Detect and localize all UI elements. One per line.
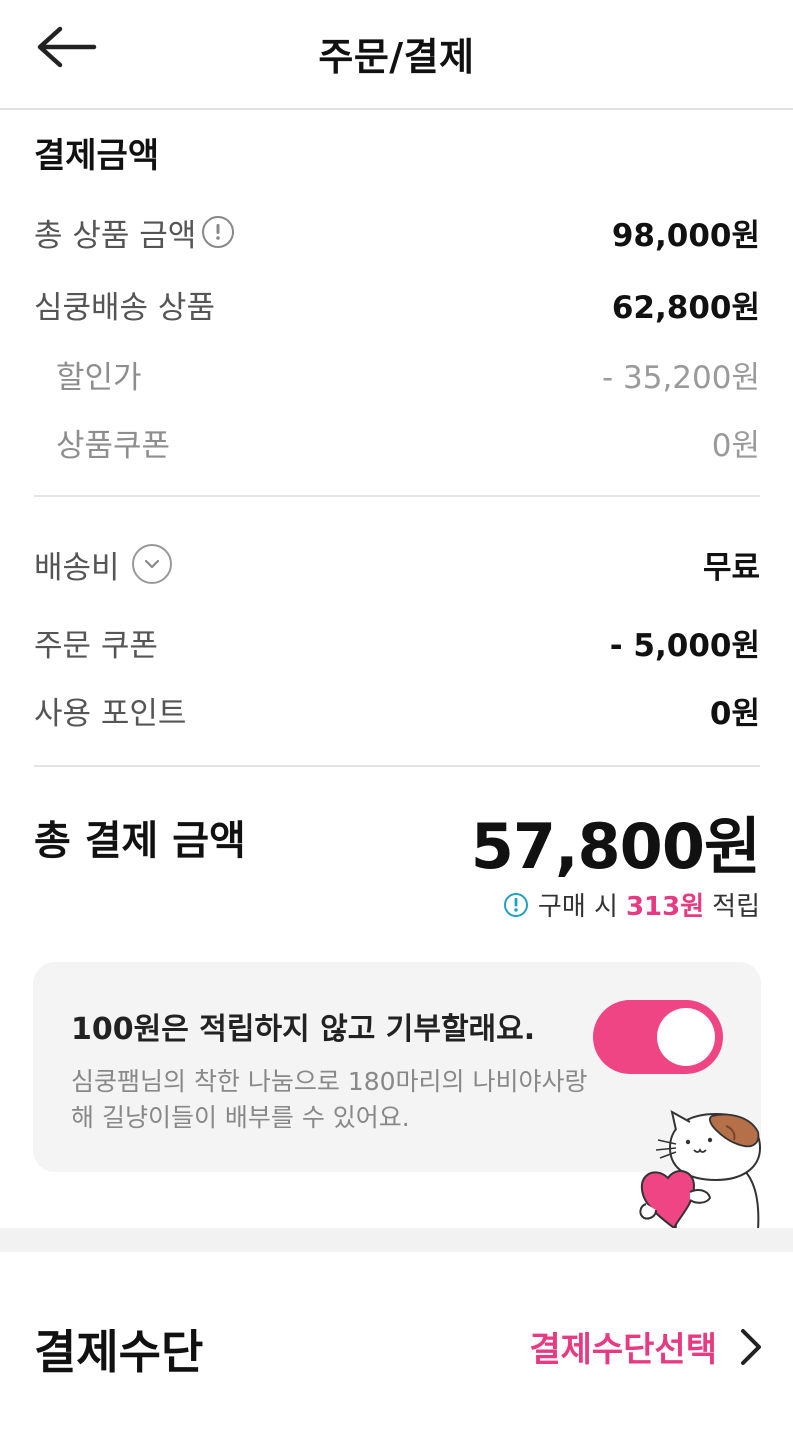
row-label: 심쿵배송 상품 <box>34 289 215 326</box>
reward-points-info: 구매 시 313원 적립 <box>503 886 760 923</box>
discount-row: 할인가 - 35,200원 <box>56 352 760 396</box>
cat-heart-illustration <box>639 1110 762 1230</box>
app-header: 주문/결제 <box>0 0 793 110</box>
select-payment-method-label: 결제수단선택 <box>529 1330 717 1370</box>
chevron-right-icon <box>741 1328 761 1365</box>
payment-amount-title: 결제금액 <box>34 136 160 176</box>
row-label: 총 상품 금액 <box>34 217 197 254</box>
points-amount: 313원 <box>625 892 705 922</box>
row-label: 주문 쿠폰 <box>34 627 158 664</box>
express-product-row: 심쿵배송 상품 62,800원 <box>34 282 760 326</box>
donation-title: 100원은 적립하지 않고 기부할래요. <box>71 1012 536 1047</box>
used-points-row: 사용 포인트 0원 <box>34 688 760 732</box>
section-separator <box>0 1228 793 1252</box>
row-value: - 35,200원 <box>601 359 760 396</box>
row-label: 사용 포인트 <box>34 695 187 732</box>
total-product-amount-row: 총 상품 금액 98,000원 <box>34 210 760 254</box>
order-coupon-row: 주문 쿠폰 - 5,000원 <box>34 620 760 664</box>
select-payment-method-button[interactable]: 결제수단선택 <box>529 1322 763 1371</box>
info-icon <box>503 892 528 917</box>
total-payment-label: 총 결제 금액 <box>34 818 246 864</box>
info-icon[interactable] <box>202 216 235 248</box>
divider <box>34 495 760 497</box>
toggle-knob <box>657 1008 715 1066</box>
chevron-down-icon[interactable] <box>131 544 172 584</box>
row-label: 상품쿠폰 <box>56 427 171 464</box>
row-value: 98,000원 <box>611 217 760 254</box>
donation-toggle[interactable] <box>593 1000 723 1074</box>
row-value: 0원 <box>709 695 760 732</box>
page-title: 주문/결제 <box>318 35 475 79</box>
payment-method-title: 결제수단 <box>34 1325 204 1379</box>
row-value: - 5,000원 <box>609 627 760 664</box>
row-label: 배송비 <box>34 549 120 586</box>
divider <box>34 765 760 767</box>
row-value: 62,800원 <box>611 289 760 326</box>
row-value: 무료 <box>702 549 760 586</box>
donation-description: 심쿵팸님의 착한 나눔으로 180마리의 나비야사랑해 길냥이들이 배부를 수 … <box>71 1067 588 1132</box>
product-coupon-row: 상품쿠폰 0원 <box>56 420 760 464</box>
total-payment-value: 57,800원 <box>470 810 761 883</box>
shipping-fee-row: 배송비 무료 <box>34 542 760 586</box>
points-suffix: 적립 <box>712 892 760 922</box>
row-label: 할인가 <box>56 359 142 396</box>
row-value: 0원 <box>711 427 760 464</box>
points-prefix: 구매 시 <box>537 892 618 922</box>
